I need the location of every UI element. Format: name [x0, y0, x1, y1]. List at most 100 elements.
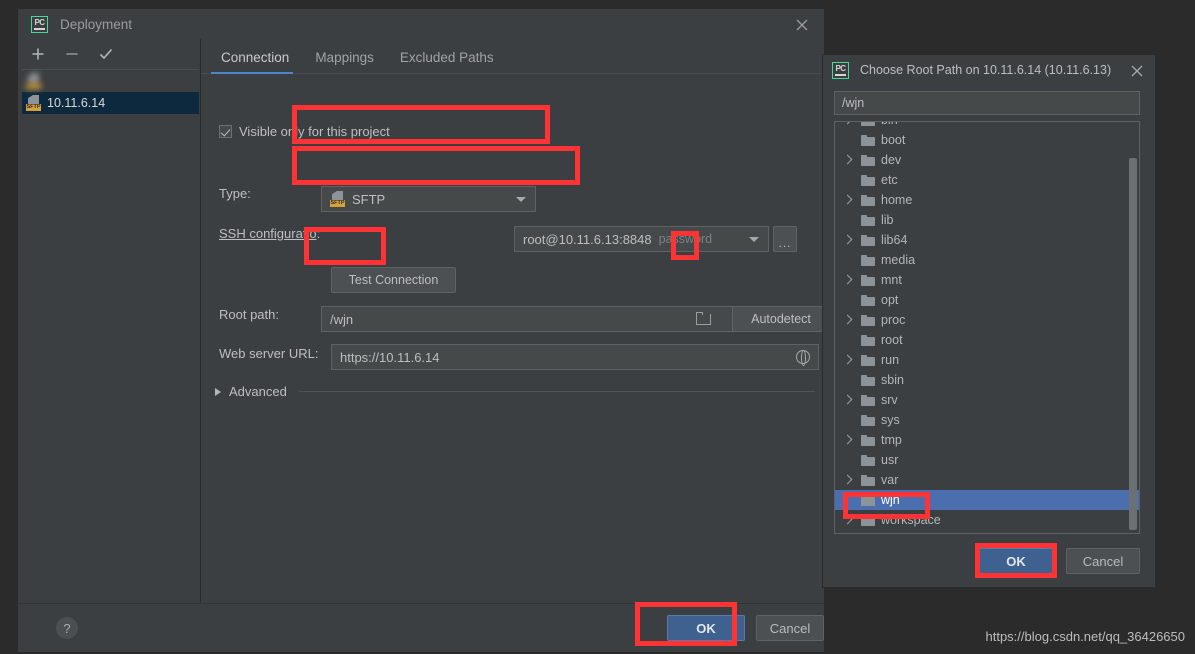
- tree-row-label: root: [881, 333, 903, 347]
- root-path-label: Root path:: [219, 307, 279, 322]
- visible-only-checkbox[interactable]: Visible only for this project: [219, 124, 390, 139]
- folder-icon: [861, 194, 875, 206]
- tree-row-label: mnt: [881, 273, 902, 287]
- type-combobox-value: SFTP: [352, 191, 386, 207]
- tree-row-label: usr: [881, 453, 899, 467]
- tree-row[interactable]: workspace: [835, 510, 1139, 530]
- chooser-tree-vscrollbar-thumb[interactable]: [1129, 158, 1137, 530]
- ssh-configuration-auth: password: [658, 232, 713, 246]
- deployment-ok-button[interactable]: OK: [667, 615, 745, 641]
- checkbox-icon: [219, 125, 232, 138]
- web-server-url-label: Web server URL:: [219, 346, 319, 361]
- autodetect-button[interactable]: Autodetect: [732, 306, 830, 332]
- tree-row-wrapper: lib: [835, 210, 1139, 325]
- list-item[interactable]: SFTP 10.11.6.14: [22, 92, 199, 114]
- tree-row[interactable]: tmp: [835, 430, 1139, 450]
- tree-row[interactable]: lib64: [835, 230, 1139, 250]
- deployment-ok-label: OK: [696, 620, 716, 636]
- close-icon[interactable]: [794, 17, 810, 33]
- tab-excluded-paths[interactable]: Excluded Paths: [390, 50, 510, 73]
- ssh-configuration-label: SSH configuratio: [219, 226, 317, 241]
- tree-row[interactable]: boot: [835, 130, 1139, 150]
- tree-row-wrapper: sbin: [835, 370, 1139, 390]
- pycharm-logo-text: PC: [835, 63, 846, 73]
- advanced-divider: [298, 391, 815, 392]
- set-default-server-button[interactable]: [97, 45, 115, 63]
- tree-row[interactable]: run: [835, 350, 1139, 370]
- autodetect-label: Autodetect: [751, 312, 811, 326]
- advanced-section-header[interactable]: Advanced: [215, 384, 815, 399]
- web-server-url-input[interactable]: https://10.11.6.14: [331, 344, 819, 370]
- chooser-file-tree-rows: bin boot dev etc home lib lib64 media mnt opt proc…: [835, 122, 1139, 530]
- tree-row[interactable]: etc: [835, 170, 1139, 190]
- tree-row-wrapper: boot: [835, 130, 1139, 165]
- chooser-file-tree[interactable]: bin boot dev etc home lib lib64 media mnt opt proc…: [834, 121, 1140, 534]
- tree-row-label: etc: [881, 173, 898, 187]
- tree-row-label: lib: [881, 213, 894, 227]
- ssh-configuration-combobox[interactable]: root@10.11.6.13:8848 password: [514, 226, 769, 252]
- tree-row-label: opt: [881, 293, 899, 307]
- chooser-title: Choose Root Path on 10.11.6.14 (10.11.6.…: [860, 63, 1112, 77]
- chooser-footer: OK Cancel: [823, 535, 1155, 587]
- type-combobox[interactable]: SFTP SFTP: [321, 186, 536, 212]
- ssh-configuration-more-label: ...: [778, 236, 792, 250]
- tree-row[interactable]: var: [835, 470, 1139, 490]
- globe-icon[interactable]: [796, 349, 810, 366]
- folder-icon: [861, 334, 875, 346]
- list-item[interactable]: SFTP: [22, 70, 199, 92]
- tree-row[interactable]: lib: [835, 210, 1139, 230]
- chooser-path-input[interactable]: /wjn: [834, 91, 1140, 115]
- chooser-cancel-button[interactable]: Cancel: [1066, 548, 1140, 574]
- ssh-configuration-more-button[interactable]: ...: [773, 226, 797, 252]
- sftp-icon: SFTP: [26, 73, 42, 89]
- remove-server-button[interactable]: [63, 45, 81, 63]
- pycharm-logo-bar: [34, 27, 45, 30]
- add-server-button[interactable]: [29, 45, 47, 63]
- root-path-row: Root path:: [219, 307, 279, 322]
- choose-root-path-dialog: PC Choose Root Path on 10.11.6.14 (10.11…: [822, 54, 1156, 588]
- folder-icon[interactable]: [696, 311, 712, 325]
- folder-icon: [861, 494, 875, 506]
- tree-row[interactable]: opt: [835, 290, 1139, 310]
- deployment-server-panel: SFTP SFTP 10.11.6.14: [22, 39, 199, 634]
- tab-mappings[interactable]: Mappings: [305, 50, 390, 73]
- folder-icon: [861, 254, 875, 266]
- root-path-value: /wjn: [330, 311, 354, 327]
- tree-row[interactable]: proc: [835, 310, 1139, 330]
- tree-row-label: workspace: [881, 513, 941, 527]
- tree-row[interactable]: bin: [835, 122, 1139, 130]
- deployment-body: SFTP SFTP 10.11.6.14 Connection Mappings…: [18, 39, 830, 652]
- tree-row-wrapper: var: [835, 470, 1139, 490]
- folder-icon: [861, 394, 875, 406]
- tree-row[interactable]: sbin: [835, 370, 1139, 390]
- deployment-server-list[interactable]: SFTP SFTP 10.11.6.14: [22, 69, 199, 621]
- deployment-settings-panel: Connection Mappings Excluded Paths Visib…: [200, 39, 830, 634]
- folder-icon: [861, 474, 875, 486]
- folder-icon: [861, 514, 875, 526]
- tree-row[interactable]: srv: [835, 390, 1139, 410]
- folder-icon: [861, 354, 875, 366]
- deployment-cancel-button[interactable]: Cancel: [756, 615, 824, 641]
- close-icon[interactable]: [1129, 63, 1145, 79]
- tree-row-wrapper: proc: [835, 310, 1139, 525]
- tree-row[interactable]: media: [835, 250, 1139, 270]
- tree-row-label: lib64: [881, 233, 908, 247]
- tree-row-wrapper: lib64: [835, 230, 1139, 365]
- tree-row[interactable]: mnt: [835, 270, 1139, 290]
- tree-row-wrapper: workspace: [835, 510, 1139, 530]
- tree-row[interactable]: root: [835, 330, 1139, 350]
- tree-row[interactable]: wjn: [835, 490, 1139, 510]
- tree-row[interactable]: usr: [835, 450, 1139, 470]
- folder-icon: [861, 434, 875, 446]
- tree-row[interactable]: sys: [835, 410, 1139, 430]
- tab-excluded-paths-label: Excluded Paths: [399, 50, 494, 65]
- test-connection-button[interactable]: Test Connection: [331, 267, 456, 293]
- tree-row[interactable]: home: [835, 190, 1139, 210]
- help-button[interactable]: ?: [56, 617, 78, 639]
- chooser-ok-button[interactable]: OK: [978, 548, 1054, 574]
- folder-icon: [861, 374, 875, 386]
- test-connection-label: Test Connection: [348, 273, 439, 287]
- tree-row[interactable]: dev: [835, 150, 1139, 170]
- deployment-title: Deployment: [60, 16, 133, 32]
- tab-connection[interactable]: Connection: [211, 50, 305, 74]
